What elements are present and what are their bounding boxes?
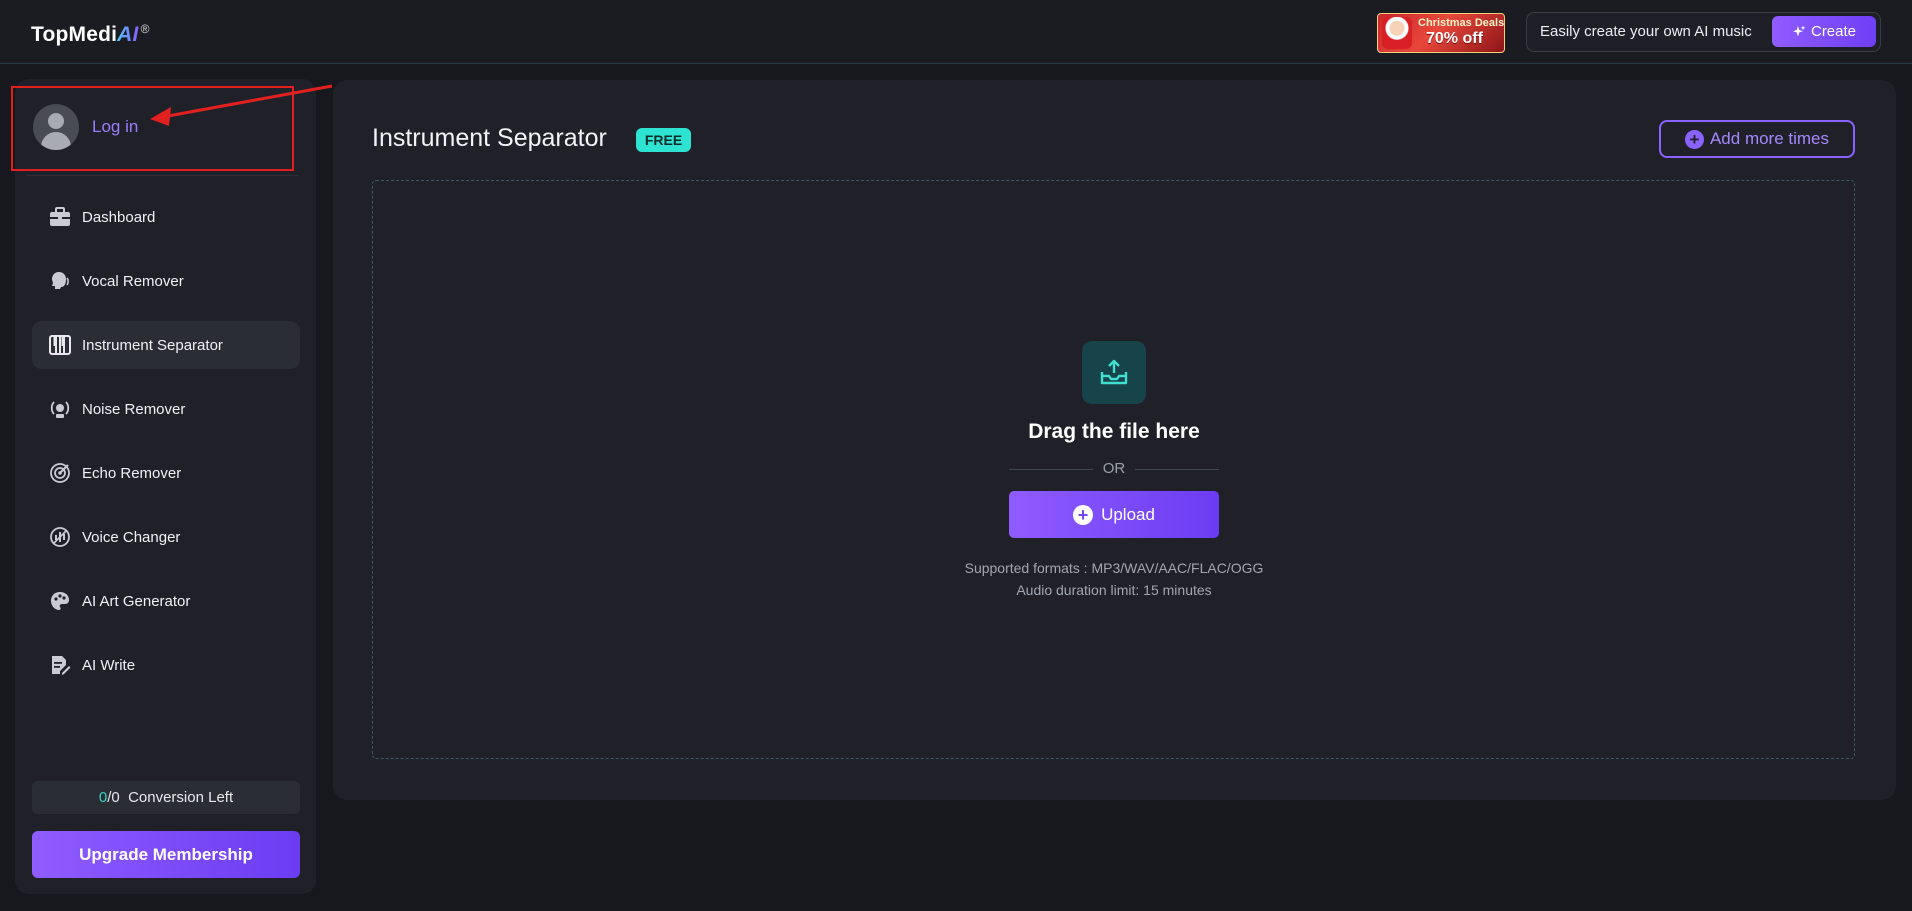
free-badge: FREE (636, 128, 691, 152)
promo-title: Christmas Deals (1418, 17, 1505, 29)
supported-formats-info: Supported formats : MP3/WAV/AAC/FLAC/OGG… (912, 557, 1316, 601)
promo-discount: 70% off (1426, 30, 1483, 47)
supported-formats-text: Supported formats : MP3/WAV/AAC/FLAC/OGG (964, 560, 1264, 576)
piano-keys-icon (48, 333, 72, 357)
create-button[interactable]: Create (1772, 16, 1876, 47)
sidebar-item-label: Dashboard (82, 208, 156, 226)
registered-mark: ® (140, 22, 150, 36)
palette-icon (48, 589, 72, 613)
create-prompt-text: Easily create your own AI music (1540, 23, 1752, 40)
sidebar-item-label: Noise Remover (82, 400, 186, 418)
conversion-total: 0 (111, 789, 120, 806)
sidebar-item-ai-art-generator[interactable]: AI Art Generator (32, 577, 300, 625)
top-bar: TopMediAI ® Christmas Deals 70% off Easil… (0, 0, 1912, 64)
santa-icon (1382, 17, 1412, 49)
or-divider: OR (1009, 460, 1219, 478)
sidebar-item-label: Vocal Remover (82, 272, 184, 290)
upload-button[interactable]: + Upload (1009, 491, 1219, 538)
sidebar-item-noise-remover[interactable]: Noise Remover (32, 385, 300, 433)
add-more-times-button[interactable]: + Add more times (1659, 120, 1855, 158)
write-icon (48, 653, 72, 677)
create-music-box: Easily create your own AI music Create (1526, 12, 1881, 52)
conversion-counter: 0/0 Conversion Left (32, 781, 300, 814)
sidebar-item-echo-remover[interactable]: Echo Remover (32, 449, 300, 497)
sidebar-item-ai-write[interactable]: AI Write (32, 641, 300, 689)
sidebar-item-label: Echo Remover (82, 464, 182, 482)
conversion-used: 0 (98, 789, 108, 806)
duration-limit-text: Audio duration limit: 15 minutes (1016, 582, 1212, 598)
drag-file-heading: Drag the file here (1028, 420, 1200, 443)
brand-ai: AI (117, 23, 139, 46)
echo-icon (48, 461, 72, 485)
voice-changer-icon (48, 525, 72, 549)
page-title: Instrument Separator (372, 124, 607, 152)
christmas-deals-banner[interactable]: Christmas Deals 70% off (1377, 13, 1505, 53)
sidebar-item-label: AI Write (82, 656, 136, 674)
noise-icon (48, 397, 72, 421)
upload-tray-icon (1082, 341, 1146, 404)
brand-logo[interactable]: TopMediAI ® (31, 22, 150, 47)
conversion-label: Conversion Left (128, 789, 234, 806)
briefcase-icon (48, 205, 72, 229)
upgrade-membership-button[interactable]: Upgrade Membership (32, 831, 300, 878)
head-voice-icon (48, 269, 72, 293)
add-more-times-label: Add more times (1709, 129, 1830, 148)
sidebar-item-dashboard[interactable]: Dashboard (32, 193, 300, 241)
create-button-label: Create (1810, 23, 1857, 40)
sidebar-item-voice-changer[interactable]: Voice Changer (32, 513, 300, 561)
sidebar-item-label: AI Art Generator (82, 592, 191, 610)
sidebar-divider (26, 175, 298, 176)
sidebar-item-instrument-separator[interactable]: Instrument Separator (32, 321, 300, 369)
plus-circle-icon: + (1684, 129, 1704, 149)
plus-circle-icon: + (1073, 504, 1094, 525)
brand-name: TopMedi (31, 23, 118, 46)
sidebar-item-label: Voice Changer (82, 528, 181, 546)
sidebar-item-vocal-remover[interactable]: Vocal Remover (32, 257, 300, 305)
sparkle-icon (1792, 25, 1806, 36)
sidebar-item-label: Instrument Separator (82, 336, 223, 354)
upload-button-label: Upload (1101, 504, 1155, 524)
annotation-highlight-box (11, 86, 294, 171)
